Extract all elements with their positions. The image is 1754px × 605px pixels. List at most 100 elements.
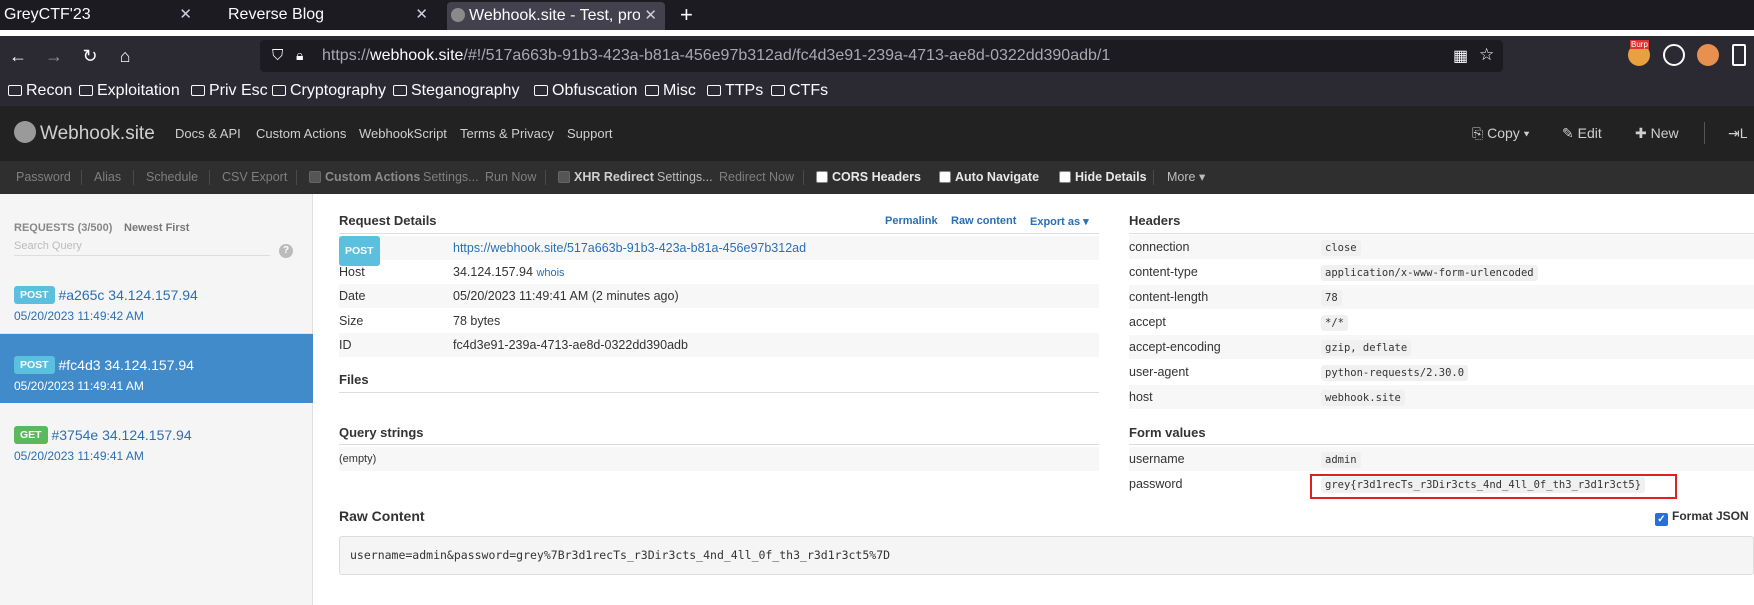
burp-extension-icon[interactable]: Burp	[1628, 40, 1650, 66]
header-value: application/x-www-form-urlencoded	[1321, 260, 1538, 285]
url-bar[interactable]: ⛉ 🔒︎ https://webhook.site/#!/517a663b-91…	[260, 40, 1503, 72]
avatar-extension-icon[interactable]	[1697, 44, 1719, 66]
checkbox-icon	[939, 171, 951, 183]
raw-content-link[interactable]: Raw content	[951, 215, 1016, 227]
help-icon[interactable]: ?	[279, 244, 293, 258]
webhook-logo-icon	[14, 121, 36, 143]
divider	[339, 392, 1099, 393]
folder-icon	[534, 85, 548, 96]
library-icon[interactable]	[1732, 44, 1746, 66]
separator	[81, 170, 82, 185]
request-date: 05/20/2023 11:49:41 AM	[14, 449, 144, 463]
folder-icon	[272, 85, 286, 96]
tab-greyctf[interactable]: GreyCTF'23 ✕	[0, 0, 200, 30]
separator	[803, 170, 804, 185]
nav-webhookscript[interactable]: WebhookScript	[359, 106, 447, 161]
bookmark-ttps[interactable]: TTPs	[707, 76, 763, 106]
nav-support[interactable]: Support	[567, 106, 613, 161]
divider	[1129, 444, 1754, 445]
raw-content-box[interactable]: username=admin&password=grey%7Br3d1recTs…	[339, 536, 1754, 575]
nav-docs-api[interactable]: Docs & API	[175, 106, 241, 161]
schedule-button[interactable]: Schedule	[146, 161, 198, 194]
request-details-title: Request Details	[339, 213, 437, 228]
forward-arrow-icon[interactable]: →	[40, 42, 68, 70]
date-row: Date 05/20/2023 11:49:41 AM (2 minutes a…	[339, 284, 1099, 308]
password-button[interactable]: Password	[16, 161, 71, 194]
requests-count: REQUESTS (3/500)	[14, 222, 113, 234]
shield-icon[interactable]: ⛉	[272, 47, 283, 64]
newest-first-toggle[interactable]: Newest First	[124, 222, 189, 234]
close-icon[interactable]: ✕	[640, 2, 657, 30]
alias-button[interactable]: Alias	[94, 161, 121, 194]
id-value: fc4d3e91-239a-4713-ae8d-0322dd390adb	[453, 338, 688, 352]
bookmark-obfuscation[interactable]: Obfuscation	[534, 76, 637, 106]
copy-button[interactable]: ⎘ Copy ▾	[1472, 106, 1530, 161]
divider	[1129, 233, 1754, 234]
new-tab-button[interactable]: +	[680, 0, 693, 30]
header-key: content-length	[1129, 290, 1209, 304]
close-icon[interactable]: ✕	[415, 0, 428, 30]
headers-title: Headers	[1129, 213, 1181, 228]
checkbox-checked-icon: ✓	[1655, 513, 1668, 526]
header-value: */*	[1321, 310, 1348, 335]
brand[interactable]: Webhook.site	[14, 106, 155, 161]
request-url-link[interactable]: https://webhook.site/517a663b-91b3-423a-…	[453, 236, 806, 260]
checkbox-icon	[1059, 171, 1071, 183]
xhr-settings[interactable]: Settings...	[657, 161, 713, 194]
nav-custom-actions[interactable]: Custom Actions	[256, 106, 346, 161]
header-key: accept	[1129, 315, 1166, 329]
xhr-redirect-toggle[interactable]: XHR Redirect	[558, 161, 654, 194]
new-button[interactable]: ✚ New	[1635, 106, 1679, 161]
app-navbar: Webhook.site Docs & API Custom Actions W…	[0, 106, 1754, 161]
cookie-extension-icon[interactable]	[1663, 44, 1685, 66]
bookmark-exploitation[interactable]: Exploitation	[79, 76, 180, 106]
request-title: POST #fc4d3 34.124.157.94	[14, 356, 194, 374]
bookmark-steganography[interactable]: Steganography	[393, 76, 520, 106]
redirect-now-button[interactable]: Redirect Now	[719, 161, 794, 194]
more-dropdown[interactable]: More ▾	[1167, 161, 1205, 194]
home-icon[interactable]: ⌂	[111, 42, 139, 70]
folder-icon	[8, 85, 22, 96]
tab-webhook[interactable]: Webhook.site - Test, proc ✕	[447, 2, 665, 30]
tab-reverse-blog[interactable]: Reverse Blog ✕	[224, 0, 436, 30]
header-key: user-agent	[1129, 365, 1189, 379]
whois-link[interactable]: whois	[536, 267, 564, 279]
header-value: 78	[1321, 285, 1342, 310]
form-value: admin	[1321, 447, 1361, 472]
bookmark-cryptography[interactable]: Cryptography	[272, 76, 386, 106]
permalink-link[interactable]: Permalink	[885, 215, 938, 227]
star-icon[interactable]: ☆	[1479, 45, 1494, 65]
request-item[interactable]: POST #a265c 34.124.157.94 05/20/2023 11:…	[0, 264, 313, 333]
run-now-button[interactable]: Run Now	[485, 161, 536, 194]
cors-headers-toggle[interactable]: CORS Headers	[816, 161, 921, 194]
separator	[1153, 170, 1154, 185]
header-row: accept */*	[1129, 310, 1754, 334]
login-button[interactable]: ⇥L	[1728, 106, 1748, 161]
edit-button[interactable]: ✎ Edit	[1562, 106, 1602, 161]
format-json-toggle[interactable]: ✓ Format JSON	[1655, 509, 1749, 526]
bookmark-recon[interactable]: Recon	[8, 76, 72, 106]
search-input[interactable]: Search Query	[14, 240, 270, 256]
hide-details-toggle[interactable]: Hide Details	[1059, 161, 1147, 194]
auto-navigate-toggle[interactable]: Auto Navigate	[939, 161, 1039, 194]
nav-terms-privacy[interactable]: Terms & Privacy	[460, 106, 554, 161]
bookmark-misc[interactable]: Misc	[645, 76, 696, 106]
csv-export-button[interactable]: CSV Export	[222, 161, 287, 194]
custom-actions-settings[interactable]: Settings...	[423, 161, 479, 194]
query-empty-row: (empty)	[339, 447, 1099, 471]
request-item[interactable]: GET #3754e 34.124.157.94 05/20/2023 11:4…	[0, 404, 313, 473]
raw-content-title: Raw Content	[339, 508, 425, 524]
export-as-dropdown[interactable]: Export as ▾	[1030, 215, 1089, 228]
size-row: Size 78 bytes	[339, 309, 1099, 333]
separator	[209, 170, 210, 185]
lock-icon[interactable]: 🔒︎	[296, 47, 303, 64]
request-item-selected[interactable]: POST #fc4d3 34.124.157.94 05/20/2023 11:…	[0, 334, 313, 403]
query-strings-title: Query strings	[339, 425, 424, 440]
bookmark-ctfs[interactable]: CTFs	[771, 76, 828, 106]
reload-icon[interactable]: ↻	[76, 42, 104, 70]
close-icon[interactable]: ✕	[179, 0, 192, 30]
back-arrow-icon[interactable]: ←	[4, 42, 32, 70]
custom-actions-toggle[interactable]: Custom Actions	[309, 161, 420, 194]
qr-code-icon[interactable]: ▦	[1453, 46, 1468, 66]
bookmark-priv-esc[interactable]: Priv Esc	[191, 76, 268, 106]
